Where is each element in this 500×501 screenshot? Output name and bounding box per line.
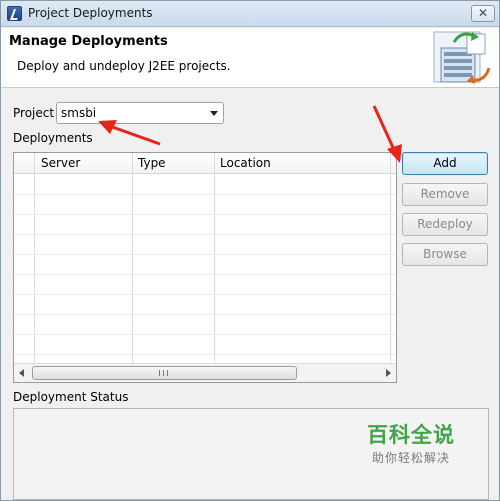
header-subtitle: Deploy and undeploy J2EE projects.	[17, 59, 231, 73]
browse-button[interactable]: Browse	[402, 243, 488, 266]
column-divider	[390, 153, 391, 364]
project-select[interactable]: smsbi	[56, 102, 224, 124]
watermark-logo: 百科全说 助你轻松解决	[351, 421, 471, 479]
table-row-divider	[14, 334, 396, 335]
column-divider	[132, 153, 133, 364]
column-divider	[34, 153, 35, 364]
header-title: Manage Deployments	[9, 34, 168, 49]
project-deployments-dialog: Project Deployments ✕ Manage Deployments…	[0, 0, 500, 501]
redeploy-button[interactable]: Redeploy	[402, 213, 488, 236]
deployment-status-label: Deployment Status	[13, 390, 129, 404]
project-label: Project	[13, 106, 55, 120]
project-selected-value: smsbi	[61, 106, 97, 120]
table-row-divider	[14, 234, 396, 235]
table-row-divider	[14, 214, 396, 215]
table-row-divider	[14, 274, 396, 275]
column-header-type[interactable]: Type	[138, 156, 166, 170]
deployments-table[interactable]: Server Type Location	[13, 152, 397, 383]
table-row-divider	[14, 194, 396, 195]
grip-icon	[159, 370, 168, 376]
scroll-right-icon[interactable]	[386, 369, 391, 377]
app-icon	[7, 6, 22, 21]
column-header-location[interactable]: Location	[220, 156, 271, 170]
table-row-divider	[14, 294, 396, 295]
add-button[interactable]: Add	[402, 152, 488, 175]
horizontal-scrollbar[interactable]	[14, 363, 396, 382]
window-title: Project Deployments	[28, 6, 153, 20]
deploy-server-icon	[433, 31, 491, 84]
chevron-down-icon[interactable]	[210, 111, 218, 116]
title-bar: Project Deployments ✕	[1, 1, 499, 27]
dialog-header: Manage Deployments Deploy and undeploy J…	[1, 28, 499, 88]
scrollbar-thumb[interactable]	[32, 366, 297, 380]
table-row-divider	[14, 314, 396, 315]
remove-button[interactable]: Remove	[402, 183, 488, 206]
column-divider	[214, 153, 215, 364]
watermark-title: 百科全说	[367, 423, 455, 447]
close-button[interactable]: ✕	[471, 5, 495, 22]
table-row-divider	[14, 254, 396, 255]
column-header-server[interactable]: Server	[41, 156, 80, 170]
deployments-label: Deployments	[13, 131, 93, 145]
scroll-left-icon[interactable]	[19, 369, 24, 377]
table-row-divider	[14, 354, 396, 355]
table-header: Server Type Location	[14, 153, 396, 174]
watermark-subtitle: 助你轻松解决	[371, 451, 450, 465]
